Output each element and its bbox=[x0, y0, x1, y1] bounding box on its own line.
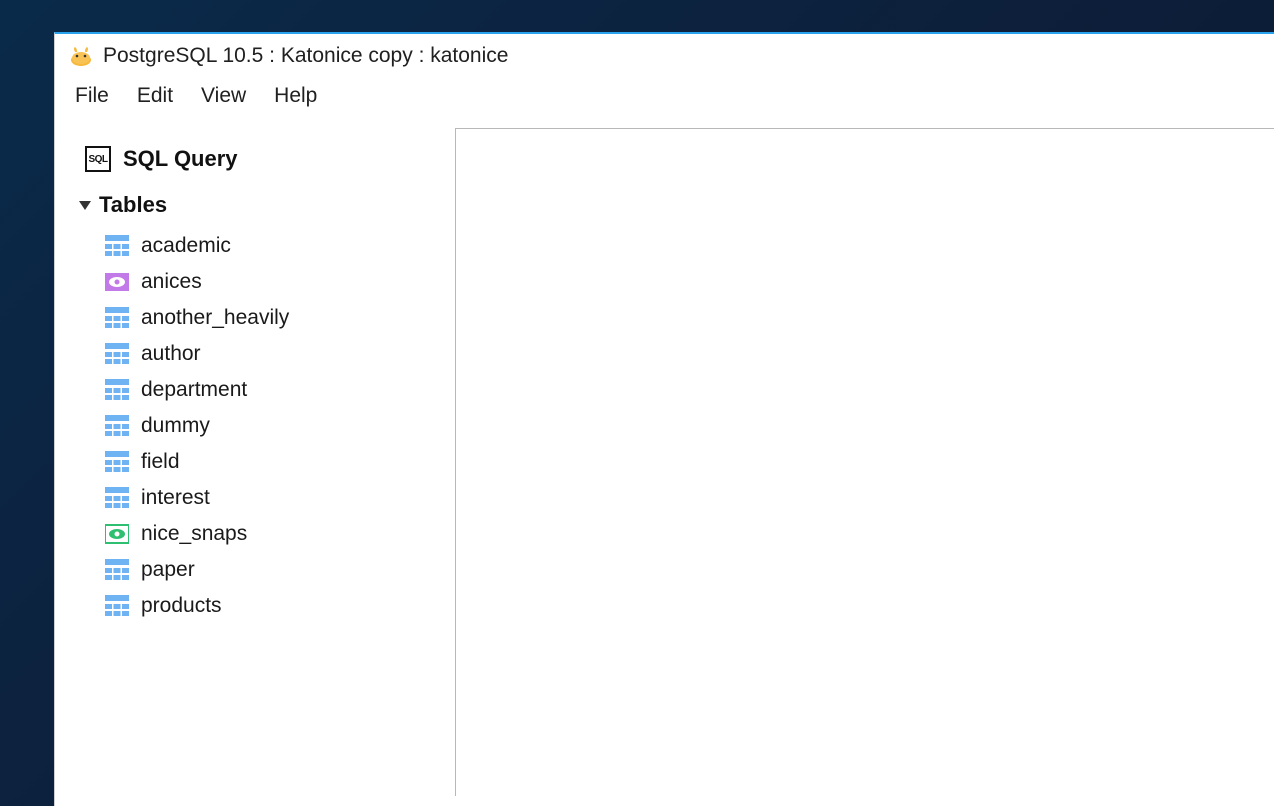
table-item-nice-snaps[interactable]: nice_snaps bbox=[105, 516, 445, 552]
menu-help[interactable]: Help bbox=[264, 82, 327, 110]
table-icon bbox=[105, 415, 129, 437]
tables-list: academic anices another_heavily bbox=[77, 228, 445, 624]
table-item-products[interactable]: products bbox=[105, 588, 445, 624]
table-item-dummy[interactable]: dummy bbox=[105, 408, 445, 444]
table-item-department[interactable]: department bbox=[105, 372, 445, 408]
menu-edit[interactable]: Edit bbox=[127, 82, 183, 110]
table-label: products bbox=[141, 594, 222, 618]
menu-view[interactable]: View bbox=[191, 82, 256, 110]
table-item-anices[interactable]: anices bbox=[105, 264, 445, 300]
table-icon bbox=[105, 379, 129, 401]
table-label: author bbox=[141, 342, 201, 366]
table-item-field[interactable]: field bbox=[105, 444, 445, 480]
table-item-paper[interactable]: paper bbox=[105, 552, 445, 588]
view-green-icon bbox=[105, 523, 129, 545]
app-window: PostgreSQL 10.5 : Katonice copy : katoni… bbox=[54, 32, 1274, 806]
menu-file[interactable]: File bbox=[65, 82, 119, 110]
sql-query-item[interactable]: SQL SQL Query bbox=[77, 144, 445, 186]
app-icon bbox=[69, 44, 93, 68]
menubar: File Edit View Help bbox=[55, 74, 1274, 124]
table-icon bbox=[105, 451, 129, 473]
main-content-pane bbox=[455, 128, 1274, 796]
body-area: SQL SQL Query Tables academic bbox=[55, 124, 1274, 796]
sql-icon: SQL bbox=[85, 146, 111, 172]
view-purple-icon bbox=[105, 271, 129, 293]
desktop-background: PostgreSQL 10.5 : Katonice copy : katoni… bbox=[0, 0, 1274, 806]
table-icon bbox=[105, 307, 129, 329]
table-label: nice_snaps bbox=[141, 522, 247, 546]
tables-header-label: Tables bbox=[99, 192, 167, 218]
window-title: PostgreSQL 10.5 : Katonice copy : katoni… bbox=[103, 44, 508, 68]
sidebar: SQL SQL Query Tables academic bbox=[55, 124, 455, 796]
table-icon bbox=[105, 595, 129, 617]
table-label: paper bbox=[141, 558, 195, 582]
table-label: interest bbox=[141, 486, 210, 510]
table-label: department bbox=[141, 378, 247, 402]
sql-query-label: SQL Query bbox=[123, 146, 238, 172]
table-label: field bbox=[141, 450, 180, 474]
table-label: anices bbox=[141, 270, 202, 294]
table-icon bbox=[105, 235, 129, 257]
table-item-author[interactable]: author bbox=[105, 336, 445, 372]
titlebar: PostgreSQL 10.5 : Katonice copy : katoni… bbox=[55, 34, 1274, 74]
table-icon bbox=[105, 487, 129, 509]
table-label: academic bbox=[141, 234, 231, 258]
disclosure-triangle-icon bbox=[79, 201, 91, 210]
table-item-interest[interactable]: interest bbox=[105, 480, 445, 516]
tables-tree-header[interactable]: Tables bbox=[77, 186, 445, 228]
table-icon bbox=[105, 343, 129, 365]
table-label: dummy bbox=[141, 414, 210, 438]
table-item-another-heavily[interactable]: another_heavily bbox=[105, 300, 445, 336]
table-icon bbox=[105, 559, 129, 581]
table-label: another_heavily bbox=[141, 306, 289, 330]
table-item-academic[interactable]: academic bbox=[105, 228, 445, 264]
